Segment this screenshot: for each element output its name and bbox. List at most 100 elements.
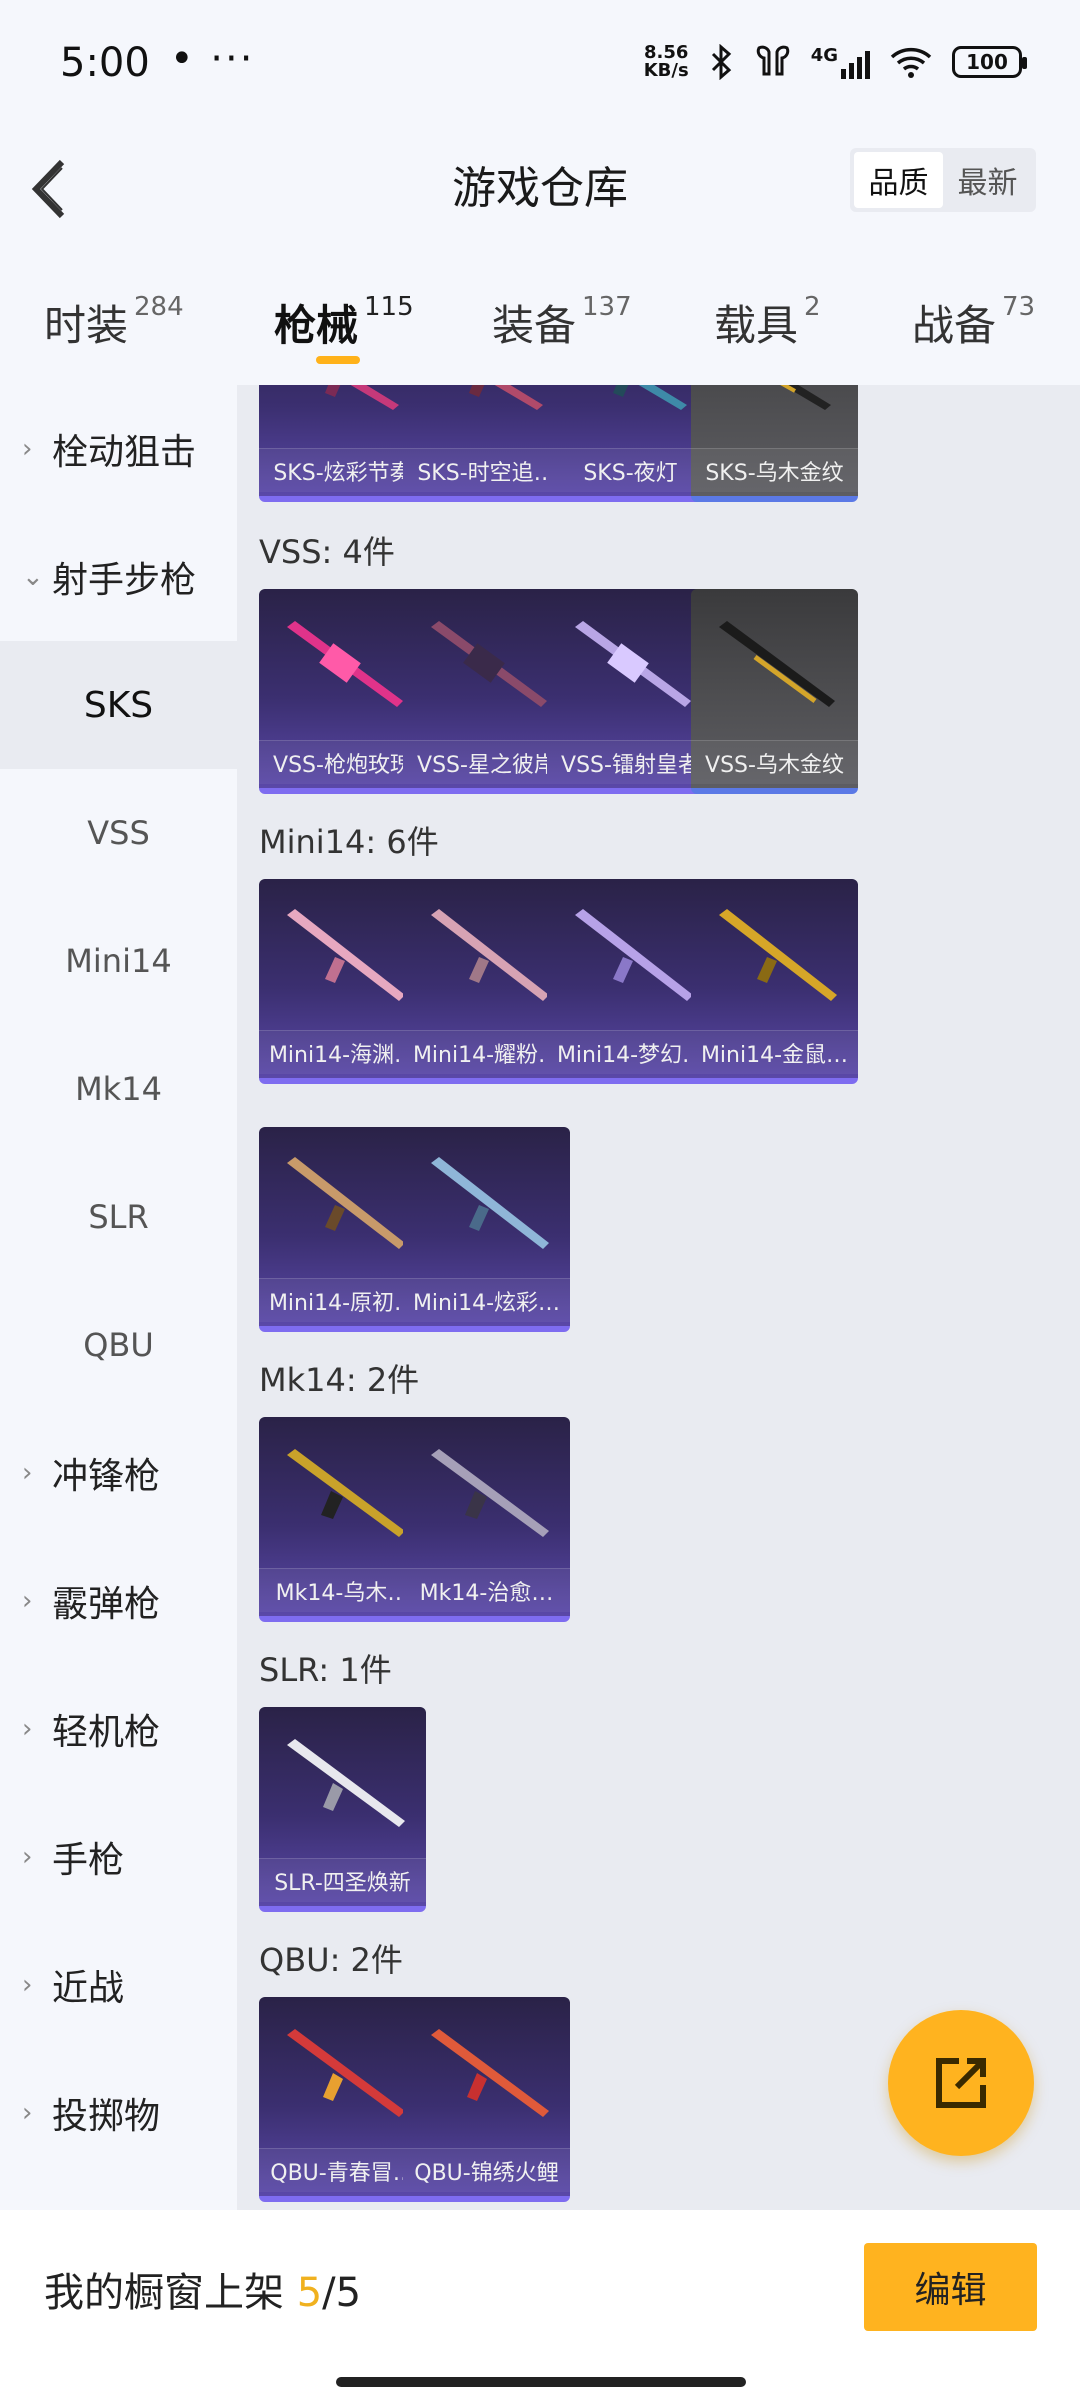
status-time: 5:00 <box>60 40 150 86</box>
sidebar-item-dmr[interactable]: ⌄ 射手步枪 <box>0 513 237 641</box>
rifle-icon <box>431 2029 549 2117</box>
tab-fashion[interactable]: 时装 284 <box>44 292 184 353</box>
active-tab-indicator <box>316 356 360 364</box>
skin-name: SKS-炫彩节奏 <box>259 448 426 492</box>
rifle-icon <box>431 909 549 1001</box>
rifle-icon <box>431 621 547 707</box>
tab-guns[interactable]: 枪械 115 <box>274 292 414 353</box>
sort-toggle[interactable]: 品质 最新 <box>850 148 1036 212</box>
sidebar-item-throwables[interactable]: › 投掷物 <box>0 2049 237 2177</box>
status-bar: 5:00 • ··· 8.56 KB/s 4G 100 <box>0 0 1080 130</box>
tab-supplies[interactable]: 战备 73 <box>912 292 1035 353</box>
sidebar-item-melee[interactable]: › 近战 <box>0 1921 237 2049</box>
sidebar-item-qbu[interactable]: QBU <box>0 1281 237 1409</box>
chevron-right-icon: › <box>22 1586 33 1616</box>
skin-card[interactable]: Mini14-耀粉… <box>403 879 570 1084</box>
rifle-icon <box>469 385 543 410</box>
sidebar-item-smg[interactable]: › 冲锋枪 <box>0 1409 237 1537</box>
sidebar-item-vss[interactable]: VSS <box>0 769 237 897</box>
tab-equipment[interactable]: 装备 137 <box>492 292 632 353</box>
skin-card[interactable]: Mk14-治愈… <box>403 1417 570 1622</box>
rifle-icon <box>431 1157 549 1249</box>
sidebar-item-mini14[interactable]: Mini14 <box>0 897 237 1025</box>
showcase-count: 5 <box>296 2270 323 2316</box>
section-title-vss: VSS: 4件 <box>259 533 395 571</box>
notification-dots: • ··· <box>170 36 255 82</box>
skin-name: SKS-乌木金纹 <box>691 448 858 492</box>
chevron-right-icon: › <box>22 1714 33 1744</box>
skin-name: VSS-乌木金纹 <box>691 740 858 784</box>
skin-name: SKS-夜灯 <box>547 448 714 492</box>
sort-newest-button[interactable]: 最新 <box>943 152 1032 208</box>
sidebar-item-pistol[interactable]: › 手枪 <box>0 1793 237 1921</box>
skin-card[interactable]: Mk14-乌木… <box>259 1417 426 1622</box>
section-title-qbu: QBU: 2件 <box>259 1941 403 1979</box>
sidebar-item-sks[interactable]: SKS <box>0 641 237 769</box>
chevron-right-icon: › <box>22 1970 33 2000</box>
signal-icon: 4G <box>811 45 870 79</box>
rifle-icon <box>287 2029 405 2117</box>
rifle-icon <box>325 385 399 410</box>
rifle-icon <box>780 385 831 410</box>
chevron-right-icon: › <box>22 1458 33 1488</box>
skin-card[interactable]: QBU-锦绣火鲤 <box>403 1997 570 2202</box>
skin-name: Mk14-乌木… <box>259 1568 426 1612</box>
skin-card[interactable]: SKS-炫彩节奏 <box>259 385 426 502</box>
sidebar-item-bolt-sniper[interactable]: › 栓动狙击 <box>0 385 237 513</box>
skin-card[interactable]: Mini14-梦幻… <box>547 879 714 1084</box>
weapon-category-sidebar: › 栓动狙击 ⌄ 射手步枪 SKS VSS Mini14 Mk14 SLR QBU … <box>0 385 237 2210</box>
rifle-icon <box>431 1449 549 1537</box>
skin-name: VSS-镭射皇者 <box>547 740 714 784</box>
sidebar-item-mk14[interactable]: Mk14 <box>0 1025 237 1153</box>
skin-name: Mk14-治愈… <box>403 1568 570 1612</box>
skin-name: Mini14-梦幻… <box>547 1030 714 1074</box>
skin-name: QBU-锦绣火鲤 <box>403 2148 570 2192</box>
skin-name: Mini14-金鼠… <box>691 1030 858 1074</box>
skin-card[interactable]: Mini14-原初… <box>259 1127 426 1332</box>
skin-card[interactable]: VSS-枪炮玫瑰 <box>259 589 426 794</box>
rifle-icon <box>287 1157 405 1249</box>
rifle-icon <box>287 621 403 707</box>
home-indicator[interactable] <box>336 2377 746 2387</box>
skin-card[interactable]: SKS-时空追… <box>403 385 570 502</box>
skin-card[interactable]: QBU-青春冒… <box>259 1997 426 2202</box>
share-button[interactable] <box>888 2010 1034 2156</box>
status-icons: 8.56 KB/s 4G 100 <box>643 42 1027 81</box>
rifle-icon <box>287 1739 405 1827</box>
share-external-icon <box>936 2058 986 2108</box>
section-title-slr: SLR: 1件 <box>259 1651 392 1689</box>
rifle-icon <box>613 385 687 410</box>
skin-card[interactable]: VSS-镭射皇者 <box>547 589 714 794</box>
rifle-icon <box>719 621 835 707</box>
sort-quality-button[interactable]: 品质 <box>854 152 943 208</box>
skin-card[interactable]: SKS-夜灯 <box>547 385 714 502</box>
skin-name: Mini14-原初… <box>259 1278 426 1322</box>
net-speed: 8.56 KB/s <box>643 42 689 81</box>
skin-name: SKS-时空追… <box>403 448 570 492</box>
sidebar-item-slr[interactable]: SLR <box>0 1153 237 1281</box>
skin-card[interactable]: SLR-四圣焕新 <box>259 1707 426 1912</box>
skin-card[interactable]: Mini14-金鼠… <box>691 879 858 1084</box>
edit-button[interactable]: 编辑 <box>864 2243 1037 2331</box>
tab-vehicles[interactable]: 载具 2 <box>714 292 821 353</box>
section-title-mk14: Mk14: 2件 <box>259 1361 420 1399</box>
chevron-right-icon: › <box>22 2098 33 2128</box>
chevron-right-icon: › <box>22 434 33 464</box>
skin-card[interactable]: Mini14-海渊… <box>259 879 426 1084</box>
battery-icon: 100 <box>952 46 1027 78</box>
skin-name: SLR-四圣焕新 <box>259 1858 426 1902</box>
skin-card[interactable]: VSS-乌木金纹 <box>691 589 858 794</box>
rifle-icon <box>575 909 693 1001</box>
category-tabs: 时装 284 枪械 115 装备 137 载具 2 战备 73 <box>0 270 1080 380</box>
skin-card[interactable]: Mini14-炫彩… <box>403 1127 570 1332</box>
sidebar-item-lmg[interactable]: › 轻机枪 <box>0 1665 237 1793</box>
chevron-down-icon: ⌄ <box>22 562 44 592</box>
skin-name: VSS-星之彼岸 <box>403 740 570 784</box>
chevron-right-icon: › <box>22 1842 33 1872</box>
wifi-icon <box>890 47 932 78</box>
skin-card[interactable]: VSS-星之彼岸 <box>403 589 570 794</box>
rifle-icon <box>287 909 405 1001</box>
skin-name: Mini14-海渊… <box>259 1030 426 1074</box>
skin-card[interactable]: SKS-乌木金纹 <box>691 385 858 502</box>
sidebar-item-shotgun[interactable]: › 霰弹枪 <box>0 1537 237 1665</box>
